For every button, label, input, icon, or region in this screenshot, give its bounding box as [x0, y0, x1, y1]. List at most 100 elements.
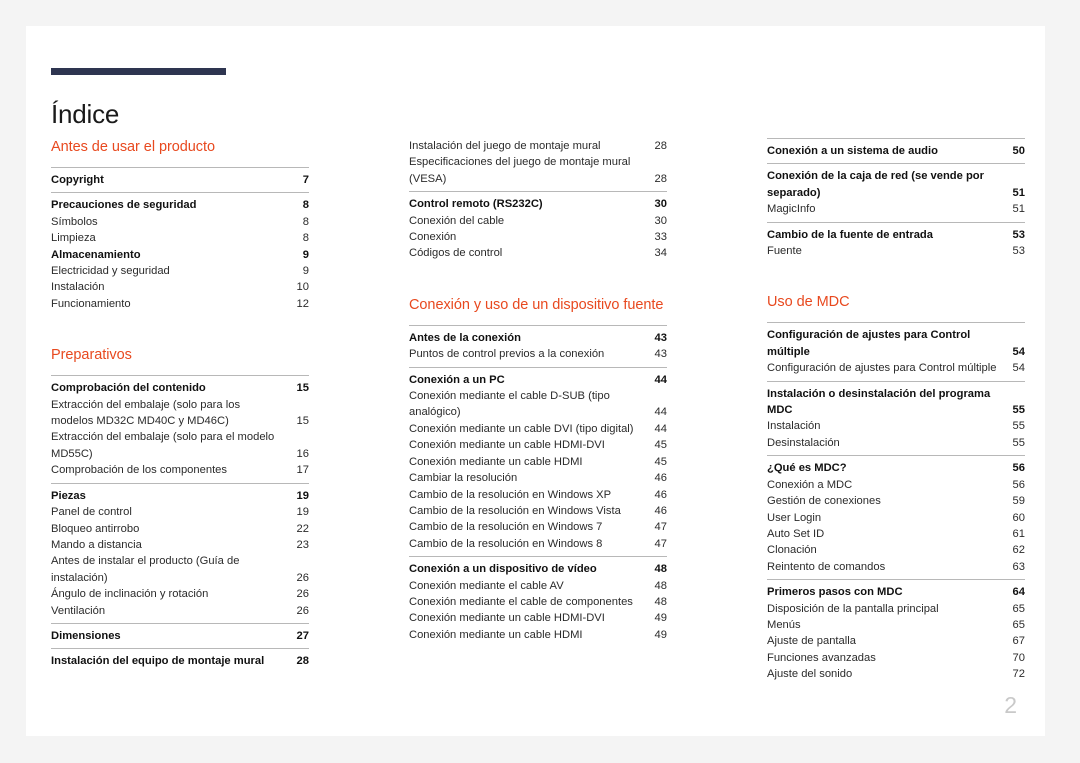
toc-entry-page-number: 54 — [1012, 345, 1025, 358]
toc-entry-label: MagicInfo — [767, 203, 816, 216]
toc-entry-label: Puntos de control previos a la conexión — [409, 348, 605, 361]
toc-entry-page-number: 59 — [1012, 495, 1025, 508]
toc-entry-sub[interactable]: Conexión mediante un cable HDMI-DVI 49 — [409, 610, 667, 626]
toc-entry-label: Auto Set ID — [767, 527, 825, 540]
toc-entry-sub[interactable]: Instalación del juego de montaje mural 28 — [409, 138, 667, 154]
toc-entry-page-number: 53 — [1012, 245, 1025, 258]
toc-entry-primary[interactable]: Piezas 19 — [51, 488, 309, 504]
page-title: Índice — [51, 99, 120, 130]
toc-entry-sub[interactable]: Mando a distancia 23 — [51, 537, 309, 553]
toc-entry-primary[interactable]: Almacenamiento 9 — [51, 247, 309, 263]
toc-entry-sub[interactable]: Limpieza 8 — [51, 230, 309, 246]
toc-entry-sub[interactable]: Cambio de la resolución en Windows 7 47 — [409, 519, 667, 535]
toc-entry-sub[interactable]: Bloqueo antirrobo 22 — [51, 521, 309, 537]
toc-group: Conexión de la caja de red (se vende por… — [767, 163, 1025, 221]
toc-entry-sub[interactable]: Conexión del cable 30 — [409, 213, 667, 229]
toc-entry-sub[interactable]: Cambio de la resolución en Windows Vista… — [409, 503, 667, 519]
toc-entry-primary[interactable]: Comprobación del contenido 15 — [51, 380, 309, 396]
toc-entry-page-number: 26 — [296, 588, 309, 601]
toc-entry-primary[interactable]: Antes de la conexión 43 — [409, 330, 667, 346]
toc-entry-page-number: 49 — [654, 612, 667, 625]
toc-entry-sub[interactable]: User Login 60 — [767, 510, 1025, 526]
toc-entry-sub[interactable]: Conexión mediante el cable AV 48 — [409, 578, 667, 594]
toc-entry-sub[interactable]: Especificaciones del juego de montaje mu… — [409, 154, 667, 187]
toc-entry-primary[interactable]: ¿Qué es MDC? 56 — [767, 460, 1025, 476]
toc-entry-sub[interactable]: Puntos de control previos a la conexión 4… — [409, 346, 667, 362]
toc-entry-label: User Login — [767, 511, 822, 524]
toc-entry-primary[interactable]: Primeros pasos con MDC 64 — [767, 584, 1025, 600]
toc-entry-primary[interactable]: Precauciones de seguridad 8 — [51, 197, 309, 213]
toc-entry-label: Conexión a un PC — [409, 373, 505, 386]
toc-entry-sub[interactable]: Cambio de la resolución en Windows 8 47 — [409, 536, 667, 552]
toc-entry-page-number: 63 — [1012, 560, 1025, 573]
toc-entry-sub[interactable]: Panel de control 19 — [51, 504, 309, 520]
toc-entry-page-number: 17 — [296, 464, 309, 477]
toc-entry-sub[interactable]: Ajuste del sonido 72 — [767, 666, 1025, 682]
toc-entry-page-number: 9 — [302, 265, 309, 278]
toc-entry-sub[interactable]: Ajuste de pantalla 67 — [767, 633, 1025, 649]
toc-entry-page-number: 64 — [1012, 586, 1025, 599]
toc-entry-label: Conexión mediante el cable AV — [409, 579, 564, 592]
toc-entry-primary[interactable]: Control remoto (RS232C) 30 — [409, 196, 667, 212]
toc-entry-sub[interactable]: Instalación 10 — [51, 279, 309, 295]
toc-entry-sub[interactable]: Funciones avanzadas 70 — [767, 650, 1025, 666]
toc-entry-sub[interactable]: Extracción del embalaje (solo para los m… — [51, 397, 309, 430]
toc-entry-sub[interactable]: Funcionamiento 12 — [51, 296, 309, 312]
toc-entry-sub[interactable]: Conexión mediante un cable HDMI-DVI 45 — [409, 437, 667, 453]
toc-entry-label: Comprobación del contenido — [51, 382, 206, 395]
toc-entry-label: Clonación — [767, 544, 817, 557]
toc-entry-page-number: 45 — [654, 439, 667, 452]
toc-entry-primary[interactable]: Instalación del equipo de montaje mural 2… — [51, 653, 309, 669]
toc-entry-primary[interactable]: Cambio de la fuente de entrada 53 — [767, 227, 1025, 243]
toc-entry-label: Códigos de control — [409, 247, 503, 260]
toc-entry-sub[interactable]: Conexión 33 — [409, 229, 667, 245]
toc-entry-page-number: 28 — [654, 172, 667, 185]
toc-entry-sub[interactable]: Clonación 62 — [767, 542, 1025, 558]
toc-entry-sub[interactable]: Gestión de conexiones 59 — [767, 493, 1025, 509]
toc-entry-label: Funciones avanzadas — [767, 651, 876, 664]
toc-entry-sub[interactable]: Extracción del embalaje (solo para el mo… — [51, 429, 309, 462]
toc-entry-sub[interactable]: Reintento de comandos 63 — [767, 559, 1025, 575]
toc-entry-sub[interactable]: Fuente 53 — [767, 243, 1025, 259]
toc-entry-primary[interactable]: Conexión a un dispositivo de vídeo 48 — [409, 561, 667, 577]
toc-entry-sub[interactable]: Conexión mediante un cable HDMI 49 — [409, 627, 667, 643]
toc-entry-sub[interactable]: Conexión mediante un cable DVI (tipo dig… — [409, 421, 667, 437]
toc-entry-page-number: 28 — [654, 140, 667, 152]
toc-entry-primary[interactable]: Conexión a un sistema de audio 50 — [767, 143, 1025, 159]
toc-entry-sub[interactable]: Auto Set ID 61 — [767, 526, 1025, 542]
toc-entry-sub[interactable]: Conexión mediante el cable D-SUB (tipo a… — [409, 388, 667, 421]
toc-entry-primary[interactable]: Conexión a un PC 44 — [409, 372, 667, 388]
toc-entry-page-number: 56 — [1012, 462, 1025, 475]
toc-entry-label: Conexión mediante un cable HDMI-DVI — [409, 439, 605, 452]
toc-entry-primary[interactable]: Conexión de la caja de red (se vende por… — [767, 168, 1025, 201]
toc-group: Dimensiones 27 — [51, 622, 309, 648]
toc-entry-label: Instalación del equipo de montaje mural — [51, 655, 265, 668]
toc-entry-sub[interactable]: MagicInfo 51 — [767, 201, 1025, 217]
toc-entry-page-number: 15 — [296, 382, 309, 395]
toc-entry-sub[interactable]: Códigos de control 34 — [409, 245, 667, 261]
toc-entry-sub[interactable]: Configuración de ajustes para Control mú… — [767, 360, 1025, 376]
toc-entry-primary[interactable]: Dimensiones 27 — [51, 628, 309, 644]
toc-entry-primary[interactable]: Instalación o desinstalación del program… — [767, 386, 1025, 419]
toc-entry-sub[interactable]: Instalación 55 — [767, 418, 1025, 434]
toc-entry-sub[interactable]: Ángulo de inclinación y rotación 26 — [51, 586, 309, 602]
toc-entry-page-number: 8 — [302, 215, 309, 228]
toc-entry-sub[interactable]: Conexión mediante el cable de componente… — [409, 594, 667, 610]
toc-entry-primary[interactable]: Copyright 7 — [51, 172, 309, 188]
toc-entry-sub[interactable]: Ventilación 26 — [51, 603, 309, 619]
toc-entry-sub[interactable]: Electricidad y seguridad 9 — [51, 263, 309, 279]
toc-group: Conexión a un sistema de audio 50 — [767, 138, 1025, 163]
toc-entry-sub[interactable]: Cambio de la resolución en Windows XP 46 — [409, 487, 667, 503]
toc-entry-sub[interactable]: Antes de instalar el producto (Guía de i… — [51, 553, 309, 586]
toc-entry-sub[interactable]: Conexión mediante un cable HDMI 45 — [409, 454, 667, 470]
toc-entry-sub[interactable]: Conexión a MDC 56 — [767, 477, 1025, 493]
toc-entry-sub[interactable]: Menús 65 — [767, 617, 1025, 633]
toc-entry-sub[interactable]: Desinstalación 55 — [767, 435, 1025, 451]
toc-entry-sub[interactable]: Disposición de la pantalla principal 65 — [767, 601, 1025, 617]
toc-entry-sub[interactable]: Comprobación de los componentes 17 — [51, 462, 309, 478]
toc-entry-label: Limpieza — [51, 232, 96, 245]
toc-entry-primary[interactable]: Configuración de ajustes para Control mú… — [767, 327, 1025, 360]
toc-entry-sub[interactable]: Cambiar la resolución 46 — [409, 470, 667, 486]
toc-entry-sub[interactable]: Símbolos 8 — [51, 214, 309, 230]
